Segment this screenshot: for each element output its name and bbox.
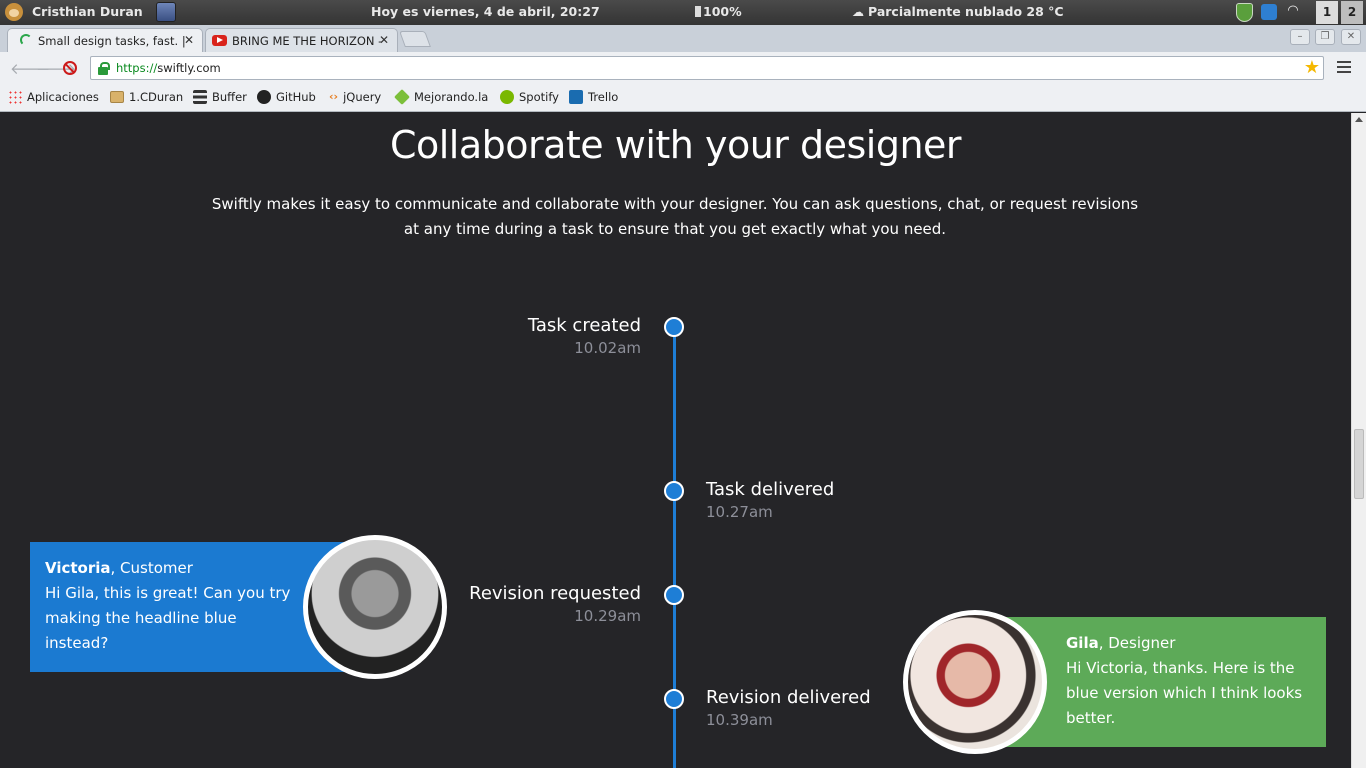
- trello-icon: [569, 90, 583, 104]
- lock-icon: [98, 62, 110, 75]
- tab-youtube[interactable]: BRING ME THE HORIZON - ✕: [205, 28, 398, 52]
- bookmark-label: Mejorando.la: [414, 90, 489, 104]
- jquery-icon: ‹›: [329, 90, 339, 103]
- tab-label: BRING ME THE HORIZON -: [232, 34, 383, 48]
- spotify-icon: [500, 90, 514, 104]
- workspace-2[interactable]: 2: [1341, 1, 1363, 24]
- message-body: Gila, Designer Hi Victoria, thanks. Here…: [1066, 631, 1316, 731]
- network-tray-icon[interactable]: [1261, 4, 1277, 20]
- bookmark-github[interactable]: GitHub: [257, 90, 316, 104]
- browser-toolbar: 🡐 🡒 https://swiftly.com ★: [0, 52, 1366, 84]
- bookmark-trello[interactable]: Trello: [569, 90, 618, 104]
- bookmark-label: 1.CDuran: [129, 90, 184, 104]
- sender-name: Victoria: [45, 559, 111, 577]
- weather-text: Parcialmente nublado 28 °C: [868, 4, 1064, 19]
- timeline-dot: [664, 689, 684, 709]
- sender-role: , Customer: [110, 559, 193, 577]
- event-time: 10.29am: [574, 607, 641, 625]
- page-title: Collaborate with your designer: [389, 123, 962, 167]
- bookmark-label: Trello: [588, 90, 619, 104]
- weather-indicator[interactable]: ☁ Parcialmente nublado 28 °C: [852, 4, 1064, 19]
- address-bar[interactable]: https://swiftly.com ★: [90, 56, 1324, 80]
- sender-role: , Designer: [1098, 634, 1176, 652]
- bookmark-mejorando[interactable]: Mejorando.la: [394, 89, 489, 105]
- tab-swiftly[interactable]: Small design tasks, fast. | ✕: [7, 28, 203, 52]
- bookmark-label: Spotify: [519, 90, 559, 104]
- os-top-panel: Cristhian Duran Hoy es viernes, 4 de abr…: [0, 0, 1366, 25]
- intro-paragraph: Swiftly makes it easy to communicate and…: [211, 195, 1139, 238]
- youtube-icon: [212, 35, 227, 46]
- user-avatar-icon[interactable]: [5, 3, 23, 21]
- workspace-1[interactable]: 1: [1316, 1, 1338, 24]
- bookmark-label: GitHub: [276, 90, 316, 104]
- bookmark-aplicaciones[interactable]: Aplicaciones: [8, 90, 99, 104]
- bookmark-cduran[interactable]: 1.CDuran: [110, 90, 183, 104]
- stop-icon[interactable]: [63, 61, 77, 75]
- event-time: 10.39am: [706, 711, 773, 729]
- bookmark-buffer[interactable]: Buffer: [193, 90, 247, 104]
- buffer-icon: [193, 90, 207, 104]
- bookmark-spotify[interactable]: Spotify: [500, 90, 559, 104]
- apps-grid-icon: [8, 90, 22, 104]
- url-host: swiftly.com: [157, 61, 221, 75]
- bookmark-label: Aplicaciones: [27, 90, 99, 104]
- bookmark-label: Buffer: [212, 90, 247, 104]
- event-title-revision-requested: Revision requested: [469, 583, 641, 604]
- app-launcher-icon[interactable]: [156, 2, 176, 22]
- vertical-scrollbar[interactable]: [1351, 113, 1366, 768]
- os-username[interactable]: Cristhian Duran: [32, 4, 143, 19]
- battery-icon: [695, 6, 701, 17]
- battery-level: 100%: [703, 4, 742, 19]
- bookmark-star-icon[interactable]: ★: [1304, 57, 1320, 79]
- wifi-icon[interactable]: ◠: [1288, 3, 1298, 18]
- bookmark-jquery[interactable]: ‹› jQuery: [329, 90, 381, 104]
- avatar-victoria: [303, 535, 447, 679]
- event-title-task-delivered: Task delivered: [706, 479, 835, 500]
- timeline-dot: [664, 317, 684, 337]
- tab-label: Small design tasks, fast. |: [38, 34, 186, 48]
- event-title-task-created: Task created: [527, 315, 641, 336]
- close-tab-icon[interactable]: ✕: [379, 33, 389, 47]
- message-body: Victoria, Customer Hi Gila, this is grea…: [45, 556, 295, 656]
- shield-tray-icon[interactable]: [1236, 3, 1253, 22]
- event-time: 10.02am: [574, 339, 641, 357]
- mejorando-icon: [394, 89, 410, 105]
- browser-tabstrip: Small design tasks, fast. | ✕ BRING ME T…: [0, 25, 1366, 52]
- scrollbar-thumb[interactable]: [1354, 429, 1364, 499]
- os-datetime[interactable]: Hoy es viernes, 4 de abril, 20:27: [371, 4, 600, 19]
- sender-name: Gila: [1066, 634, 1099, 652]
- folder-icon: [110, 91, 124, 103]
- url-scheme: https://: [116, 61, 158, 75]
- bookmark-label: jQuery: [343, 90, 382, 104]
- weather-icon: ☁: [852, 5, 864, 19]
- timeline-dot: [664, 481, 684, 501]
- close-window-button[interactable]: ✕: [1341, 29, 1361, 45]
- page-viewport: Collaborate with your designer Swiftly m…: [0, 113, 1351, 768]
- message-text: Hi Gila, this is great! Can you try maki…: [45, 584, 291, 652]
- battery-indicator[interactable]: 100%: [695, 4, 742, 19]
- github-icon: [257, 90, 271, 104]
- message-text: Hi Victoria, thanks. Here is the blue ve…: [1066, 659, 1303, 727]
- minimize-button[interactable]: –: [1290, 29, 1310, 45]
- loading-icon: [20, 34, 32, 46]
- bookmarks-bar: Aplicaciones 1.CDuran Buffer GitHub ‹› jQ…: [0, 84, 1366, 112]
- scroll-up-icon[interactable]: [1355, 117, 1363, 122]
- new-tab-button[interactable]: [399, 31, 431, 47]
- avatar-gila: [903, 610, 1047, 754]
- menu-icon[interactable]: [1337, 61, 1351, 73]
- event-title-revision-delivered: Revision delivered: [706, 687, 871, 708]
- timeline-dot: [664, 585, 684, 605]
- close-tab-icon[interactable]: ✕: [184, 33, 194, 47]
- event-time: 10.27am: [706, 503, 773, 521]
- restore-button[interactable]: ❐: [1315, 29, 1335, 45]
